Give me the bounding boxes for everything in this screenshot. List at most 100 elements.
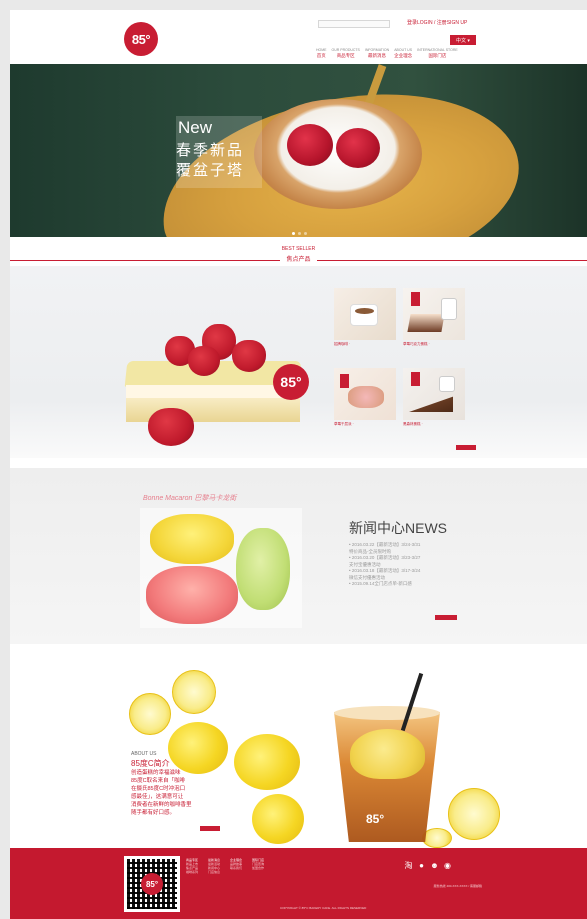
news-more-button[interactable] (435, 615, 457, 620)
language-select[interactable]: 中文 ▾ (450, 35, 476, 45)
site-header: 85° 登录LOGIN / 注册SIGN UP 中文 ▾ HOME 首页 OUR… (10, 10, 587, 64)
footer-column: 商品专区 新品上市 焦点产品 咖啡系列 (186, 858, 198, 874)
taobao-icon[interactable]: 淘 (404, 862, 413, 870)
lemon-image (234, 734, 300, 790)
about-section: ABOUT US 85度C简介 创造蛋糕的幸福滋味 85度C取名来自「咖啡 在摄… (10, 654, 587, 848)
coffee-surface (355, 308, 374, 314)
hero-banner[interactable]: New 春季新品 覆盆子塔 (10, 64, 587, 237)
product-card[interactable] (403, 288, 465, 340)
pie-image (334, 368, 396, 420)
product-caption: 黑森林蛋糕 · (403, 422, 423, 426)
cup-shape (350, 304, 378, 326)
main-nav: HOME 首页 OUR PRODUCTS 商品专区 INFORMATION 最新… (316, 48, 458, 58)
strawberry-image (188, 346, 220, 376)
about-line: 85度C取名来自「咖啡 (131, 778, 186, 784)
lemon-slice-image (172, 670, 216, 714)
brand-badge: 85° (273, 364, 309, 400)
lemon-slice-image (422, 828, 452, 848)
footer-column: 企业理念 品牌故事 联系我们 (230, 858, 242, 874)
coffee-image (334, 288, 396, 340)
best-seller-title: BEST SELLER (281, 246, 316, 252)
hero-subheadline: 覆盆子塔 (176, 162, 245, 179)
qr-logo: 85° (141, 873, 163, 895)
footer-link[interactable]: 加盟合作 (252, 866, 264, 870)
about-line: 创造蛋糕的幸福滋味 (131, 770, 181, 776)
best-seller-more-button[interactable] (456, 445, 476, 450)
hero-new-tag: New (178, 118, 213, 137)
nav-item-cn: 首页 (316, 53, 326, 58)
hero-headline: 春季新品 (176, 142, 245, 159)
nav-item-cn: 最新消息 (368, 53, 387, 58)
search-input[interactable] (318, 20, 390, 28)
weibo-icon[interactable]: ◉ (443, 862, 452, 870)
news-item[interactable]: • 2015.09.14全门店点单-新口感 (349, 581, 489, 588)
footer-link[interactable]: 联系我们 (230, 866, 242, 870)
wechat-icon[interactable]: ● (417, 862, 426, 870)
raspberry-image (336, 128, 380, 168)
nav-item-home[interactable]: HOME 首页 (316, 48, 327, 58)
product-card[interactable] (334, 368, 396, 420)
best-seller-section: 85° 招牌咖啡 · 草莓巧克力蛋糕 · 草莓千层派 · 黑森林蛋糕 · (10, 266, 587, 458)
page: 85° 登录LOGIN / 注册SIGN UP 中文 ▾ HOME 首页 OUR… (10, 10, 587, 919)
product-card[interactable] (334, 288, 396, 340)
copyright-text: COPYRIGHT © 85°C BAKERY CAFE. ALL RIGHTS… (280, 906, 367, 910)
pink-macaron-image (146, 566, 238, 624)
about-en-label: ABOUT US (131, 751, 157, 757)
product-caption: 招牌咖啡 · (334, 342, 351, 346)
qr-pattern: 85° (127, 859, 177, 909)
macaron-news-section: Bonne Macaron 巴黎马卡龙街 新闻中心NEWS • 2016.03.… (10, 468, 587, 644)
cake-slice-image (403, 288, 465, 340)
about-line: 感最佳」，这满意可让 (131, 794, 184, 800)
about-title: 85度C简介 (131, 759, 170, 768)
about-line: 随手都有好口感。 (131, 810, 176, 816)
nav-item-cn: 国际门店 (428, 53, 447, 58)
nav-item-about[interactable]: ABOUT US 企业理念 (394, 48, 412, 58)
pie-shape (348, 386, 384, 408)
nav-item-store[interactable]: INTERNATIONAL STORE 国际门店 (417, 48, 458, 58)
carousel-dot[interactable] (298, 232, 301, 235)
cup-shape (439, 376, 455, 392)
logo-tag (411, 292, 420, 306)
footer-link[interactable]: 咖啡系列 (186, 870, 198, 874)
macaron-image-frame[interactable] (140, 508, 302, 628)
lemon-image (168, 722, 228, 774)
brand-logo-text: 85° (131, 31, 151, 47)
product-caption: 草莓千层派 · (334, 422, 354, 426)
qr-code: 85° (124, 856, 180, 912)
cake-slice-shape (407, 314, 445, 332)
nav-item-information[interactable]: INFORMATION 最新消息 (365, 48, 389, 58)
best-seller-subtitle: 焦点产品 (280, 254, 317, 264)
cup-rim (334, 706, 440, 720)
product-caption: 草莓巧克力蛋糕 · (403, 342, 430, 346)
about-more-button[interactable] (200, 826, 220, 831)
footer-link[interactable]: 门店信息 (208, 870, 220, 874)
brand-logo[interactable]: 85° (124, 22, 158, 56)
qq-icon[interactable]: ☻ (430, 862, 439, 870)
carousel-dot[interactable] (304, 232, 307, 235)
footer-links: 商品专区 新品上市 焦点产品 咖啡系列 最新消息 最新活动 新闻中心 门店信息 … (186, 858, 264, 874)
lemon-slice-image (448, 788, 500, 840)
cup-shape (441, 298, 457, 320)
footer-contact-info: 服务热线 400-XXX-XXXX / 客服邮箱 (433, 884, 482, 888)
green-macaron-image (236, 528, 290, 610)
social-links: 淘 ● ☻ ◉ (404, 862, 452, 870)
news-list: • 2016.03.22【最新活动】3/24-3/31 特价商品-全员限时购 •… (349, 542, 489, 588)
cup-logo: 85° (366, 812, 385, 826)
footer-column: 最新消息 最新活动 新闻中心 门店信息 (208, 858, 220, 874)
carousel-dot[interactable] (292, 232, 295, 235)
nav-item-cn: 商品专区 (336, 53, 355, 58)
lemon-slice-image (129, 693, 171, 735)
strawberry-image (148, 408, 194, 446)
news-title: 新闻中心NEWS (349, 520, 447, 536)
chocolate-cake-shape (409, 396, 453, 412)
strawberry-image (232, 340, 266, 372)
macaron-title: Bonne Macaron 巴黎马卡龙街 (143, 495, 237, 502)
site-footer: 85° 商品专区 新品上市 焦点产品 咖啡系列 最新消息 最新活动 新闻中心 门… (10, 848, 587, 919)
footer-column: 国际门店 门店查询 加盟合作 (252, 858, 264, 874)
product-card[interactable] (403, 368, 465, 420)
about-line: 在摄氏85度C时冲泡口 (131, 786, 186, 792)
logo-tag (411, 372, 420, 386)
login-signup-link[interactable]: 登录LOGIN / 注册SIGN UP (407, 19, 467, 26)
yellow-macaron-image (150, 514, 234, 564)
nav-item-products[interactable]: OUR PRODUCTS 商品专区 (332, 48, 360, 58)
